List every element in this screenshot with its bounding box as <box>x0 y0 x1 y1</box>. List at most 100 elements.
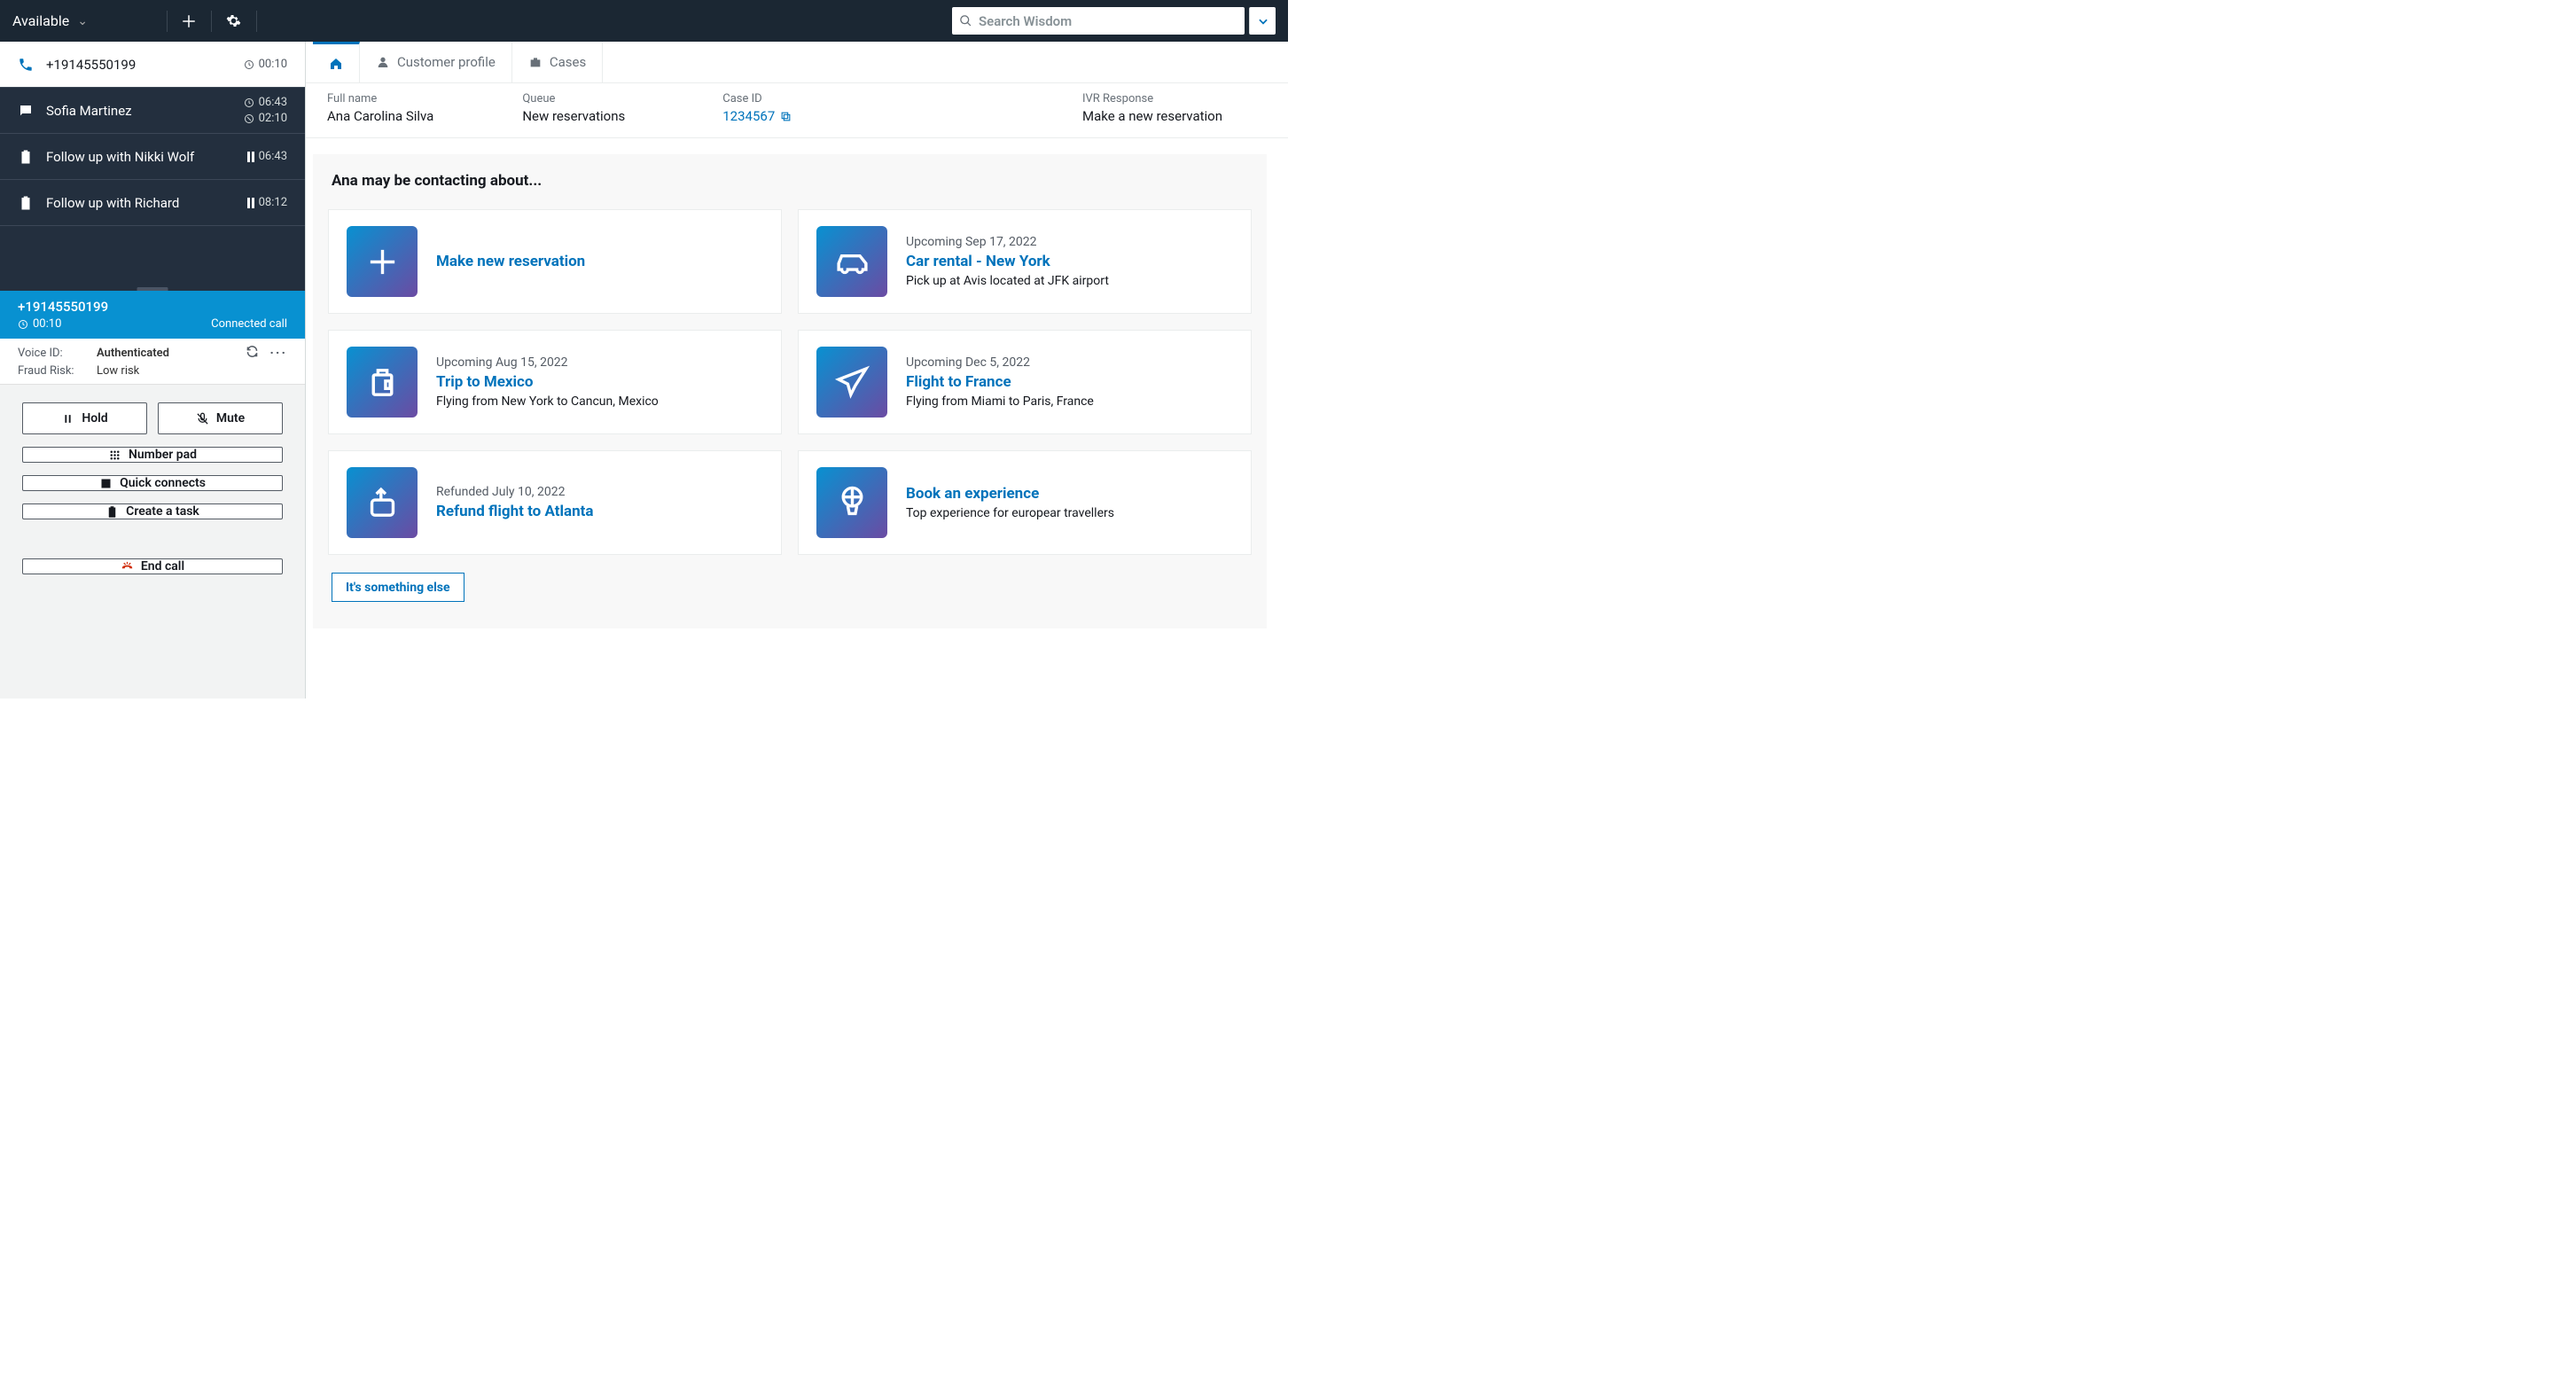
mute-label: Mute <box>216 411 245 425</box>
sidebar: +19145550199 00:10 Sofia Martinez 06:43 … <box>0 42 306 698</box>
case-id-value: 1234567 <box>722 108 775 124</box>
tab-customer-profile[interactable]: Customer profile <box>360 42 512 82</box>
mute-button[interactable]: Mute <box>158 402 283 434</box>
dialpad-icon <box>108 449 121 462</box>
card-title: Car rental - New York <box>906 253 1109 270</box>
chevron-down-icon <box>1257 15 1269 27</box>
card-desc: Flying from New York to Cancun, Mexico <box>436 394 659 409</box>
wisdom-search-dropdown[interactable] <box>1249 7 1276 35</box>
contact-row-task[interactable]: Follow up with Nikki Wolf 06:43 <box>0 134 305 180</box>
ivr-value: Make a new reservation <box>1082 108 1222 124</box>
endcall-icon <box>121 560 134 574</box>
suggestion-card-book-experience[interactable]: Book an experience Top experience for eu… <box>798 450 1252 555</box>
full-name-value: Ana Carolina Silva <box>327 108 433 124</box>
contact-time: 06:43 <box>259 96 287 109</box>
card-title: Make new reservation <box>436 253 585 270</box>
divider <box>167 11 168 32</box>
contact-time-2: 02:10 <box>259 112 287 125</box>
contact-row-active-call[interactable]: +19145550199 00:10 <box>0 42 305 88</box>
something-else-button[interactable]: It's something else <box>332 573 464 602</box>
fraud-risk-value: Low risk <box>97 364 139 378</box>
card-pre: Upcoming Dec 5, 2022 <box>906 355 1094 370</box>
contact-time: 06:43 <box>259 150 287 163</box>
card-title: Trip to Mexico <box>436 373 659 391</box>
refresh-icon[interactable] <box>246 345 259 358</box>
tab-home[interactable] <box>313 42 360 82</box>
quickconnects-label: Quick connects <box>120 476 206 490</box>
add-button[interactable] <box>179 12 199 31</box>
gear-icon <box>226 13 241 28</box>
agent-status-dropdown[interactable]: Available ⌄ <box>12 12 154 29</box>
card-desc: Pick up at Avis located at JFK airport <box>906 274 1109 288</box>
suggestions-panel: Ana may be contacting about... Make new … <box>313 154 1267 628</box>
suggestion-card-new-reservation[interactable]: Make new reservation <box>328 209 782 314</box>
person-icon <box>376 55 390 69</box>
endcall-label: End call <box>141 559 184 574</box>
pause-icon <box>247 152 254 162</box>
divider <box>256 11 257 32</box>
contact-list: +19145550199 00:10 Sofia Martinez 06:43 … <box>0 42 305 291</box>
case-id-label: Case ID <box>722 92 792 105</box>
connected-status: Connected call <box>211 317 287 331</box>
case-id-link[interactable]: 1234567 <box>722 108 792 124</box>
connected-call-banner: +19145550199 00:10 Connected call <box>0 291 305 339</box>
contact-label: Follow up with Richard <box>46 195 235 211</box>
contact-row-chat[interactable]: Sofia Martinez 06:43 02:10 <box>0 88 305 134</box>
customer-header: Full name Ana Carolina Silva Queue New r… <box>306 83 1288 138</box>
suggestions-grid: Make new reservation Upcoming Sep 17, 20… <box>328 209 1252 555</box>
contact-time: 08:12 <box>259 196 287 209</box>
plus-icon <box>181 13 197 29</box>
quickconnects-button[interactable]: Quick connects <box>22 475 283 491</box>
card-pre: Refunded July 10, 2022 <box>436 485 594 499</box>
contact-row-task[interactable]: Follow up with Richard 08:12 <box>0 180 305 226</box>
queue-label: Queue <box>522 92 625 105</box>
numberpad-label: Number pad <box>129 448 197 462</box>
createtask-button[interactable]: Create a task <box>22 503 283 519</box>
suggestion-card-trip-mexico[interactable]: Upcoming Aug 15, 2022 Trip to Mexico Fly… <box>328 330 782 434</box>
suggestion-card-refund-atlanta[interactable]: Refunded July 10, 2022 Refund flight to … <box>328 450 782 555</box>
divider <box>211 11 212 32</box>
card-desc: Flying from Miami to Paris, France <box>906 394 1094 409</box>
queue-value: New reservations <box>522 108 625 124</box>
contacts-icon <box>99 477 113 490</box>
card-desc: Top experience for europear travellers <box>906 506 1114 520</box>
wisdom-search-input[interactable] <box>979 13 1237 29</box>
balloon-icon <box>816 467 887 538</box>
plane-icon <box>816 347 887 418</box>
clock-icon <box>244 98 254 108</box>
connected-number: +19145550199 <box>18 299 287 315</box>
numberpad-button[interactable]: Number pad <box>22 447 283 463</box>
agent-status-label: Available <box>12 12 69 29</box>
mic-off-icon <box>196 412 209 425</box>
ivr-label: IVR Response <box>1082 92 1222 105</box>
card-pre: Upcoming Sep 17, 2022 <box>906 235 1109 249</box>
card-title: Book an experience <box>906 485 1114 503</box>
tab-label: Cases <box>550 54 586 70</box>
voice-id-label: Voice ID: <box>18 347 89 360</box>
contact-label: +19145550199 <box>46 57 231 73</box>
wisdom-search[interactable] <box>952 7 1245 35</box>
copy-icon[interactable] <box>780 111 792 122</box>
main-panel: Customer profile Cases Full name Ana Car… <box>306 42 1288 698</box>
settings-button[interactable] <box>224 12 244 31</box>
endcall-button[interactable]: End call <box>22 558 283 574</box>
briefcase-icon <box>528 55 543 69</box>
panel-resize-handle[interactable] <box>0 226 305 291</box>
something-else-label: It's something else <box>346 581 450 595</box>
suggestion-card-flight-france[interactable]: Upcoming Dec 5, 2022 Flight to France Fl… <box>798 330 1252 434</box>
createtask-label: Create a task <box>126 504 199 519</box>
clipboard-icon <box>105 505 119 519</box>
suggestion-card-car-rental[interactable]: Upcoming Sep 17, 2022 Car rental - New Y… <box>798 209 1252 314</box>
luggage-icon <box>347 347 418 418</box>
contact-label: Sofia Martinez <box>46 103 231 119</box>
hold-label: Hold <box>82 411 107 425</box>
connected-timer: 00:10 <box>33 317 61 331</box>
call-controls: Hold Mute Number pad Quick connects <box>0 385 305 592</box>
card-title: Flight to France <box>906 373 1094 391</box>
tab-cases[interactable]: Cases <box>512 42 603 82</box>
hold-button[interactable]: Hold <box>22 402 147 434</box>
home-icon <box>329 57 343 71</box>
contact-time: 00:10 <box>259 58 287 71</box>
more-icon[interactable]: ··· <box>269 345 287 361</box>
suggestions-title: Ana may be contacting about... <box>328 172 1252 190</box>
